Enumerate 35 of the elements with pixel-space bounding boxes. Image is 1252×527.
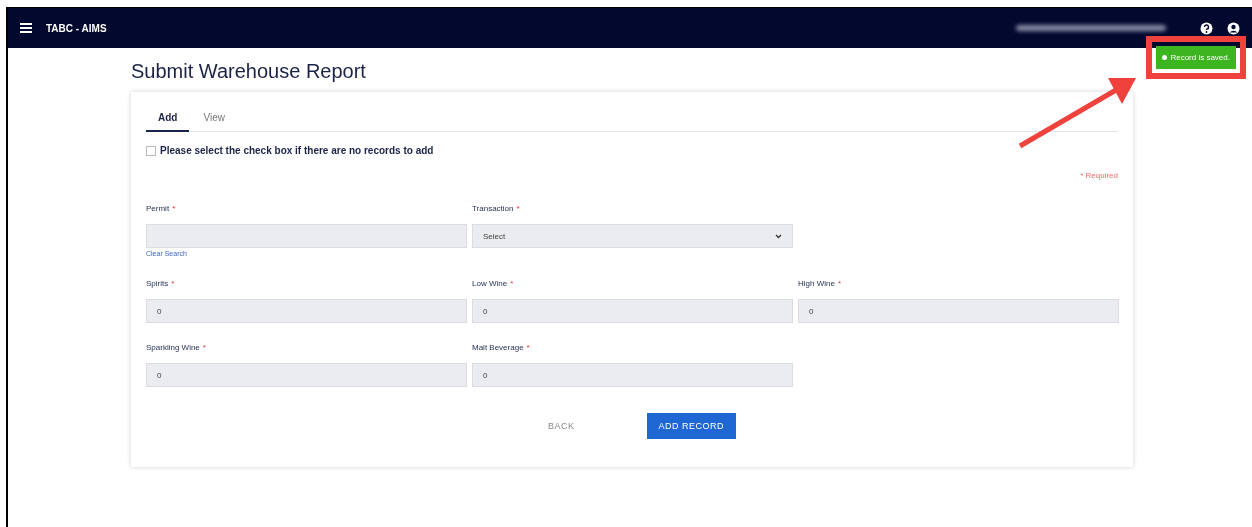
field-label: Low Wine (472, 279, 508, 290)
checkbox[interactable] (146, 145, 156, 156)
user-icon[interactable] (1227, 21, 1240, 35)
select-field[interactable]: Select (472, 224, 793, 248)
input-field[interactable]: 0 (146, 363, 467, 387)
required-asterisk: * (516, 204, 520, 215)
input-field[interactable]: 0 (472, 299, 793, 323)
checkbox-label: Please select the check box if there are no records to add (160, 145, 434, 156)
dropdown-caret-icon (775, 233, 782, 239)
input-field[interactable] (146, 224, 467, 248)
required-asterisk: * (202, 343, 206, 354)
page-title: Submit Warehouse Report (131, 60, 366, 83)
tab[interactable]: Add (146, 106, 190, 132)
required-asterisk: * (526, 343, 530, 354)
tab[interactable]: View (191, 106, 237, 132)
input-field[interactable]: 0 (146, 299, 467, 323)
field-label: Malt Beverage (472, 343, 524, 354)
help-icon[interactable] (1200, 21, 1213, 35)
field-label: Sparkling Wine (146, 343, 200, 354)
app-title: TABC - AIMS (46, 22, 107, 34)
required-asterisk: * (510, 279, 514, 290)
menu-icon[interactable] (20, 23, 32, 33)
field-label: Permit (146, 204, 170, 215)
required-note: * Required (1080, 171, 1118, 180)
required-asterisk: * (172, 204, 176, 215)
field-label: Transaction (472, 204, 514, 215)
input-field[interactable]: 0 (798, 299, 1119, 323)
field-label: Spirits (146, 279, 169, 290)
back-button[interactable]: BACK (536, 413, 587, 439)
add-record-button[interactable]: ADD RECORD (646, 413, 736, 439)
field-label: High Wine (798, 279, 835, 290)
toast-notification: Record is saved. (1156, 46, 1236, 69)
input-field[interactable]: 0 (472, 363, 793, 387)
required-asterisk: * (171, 279, 175, 290)
required-asterisk: * (837, 279, 842, 290)
